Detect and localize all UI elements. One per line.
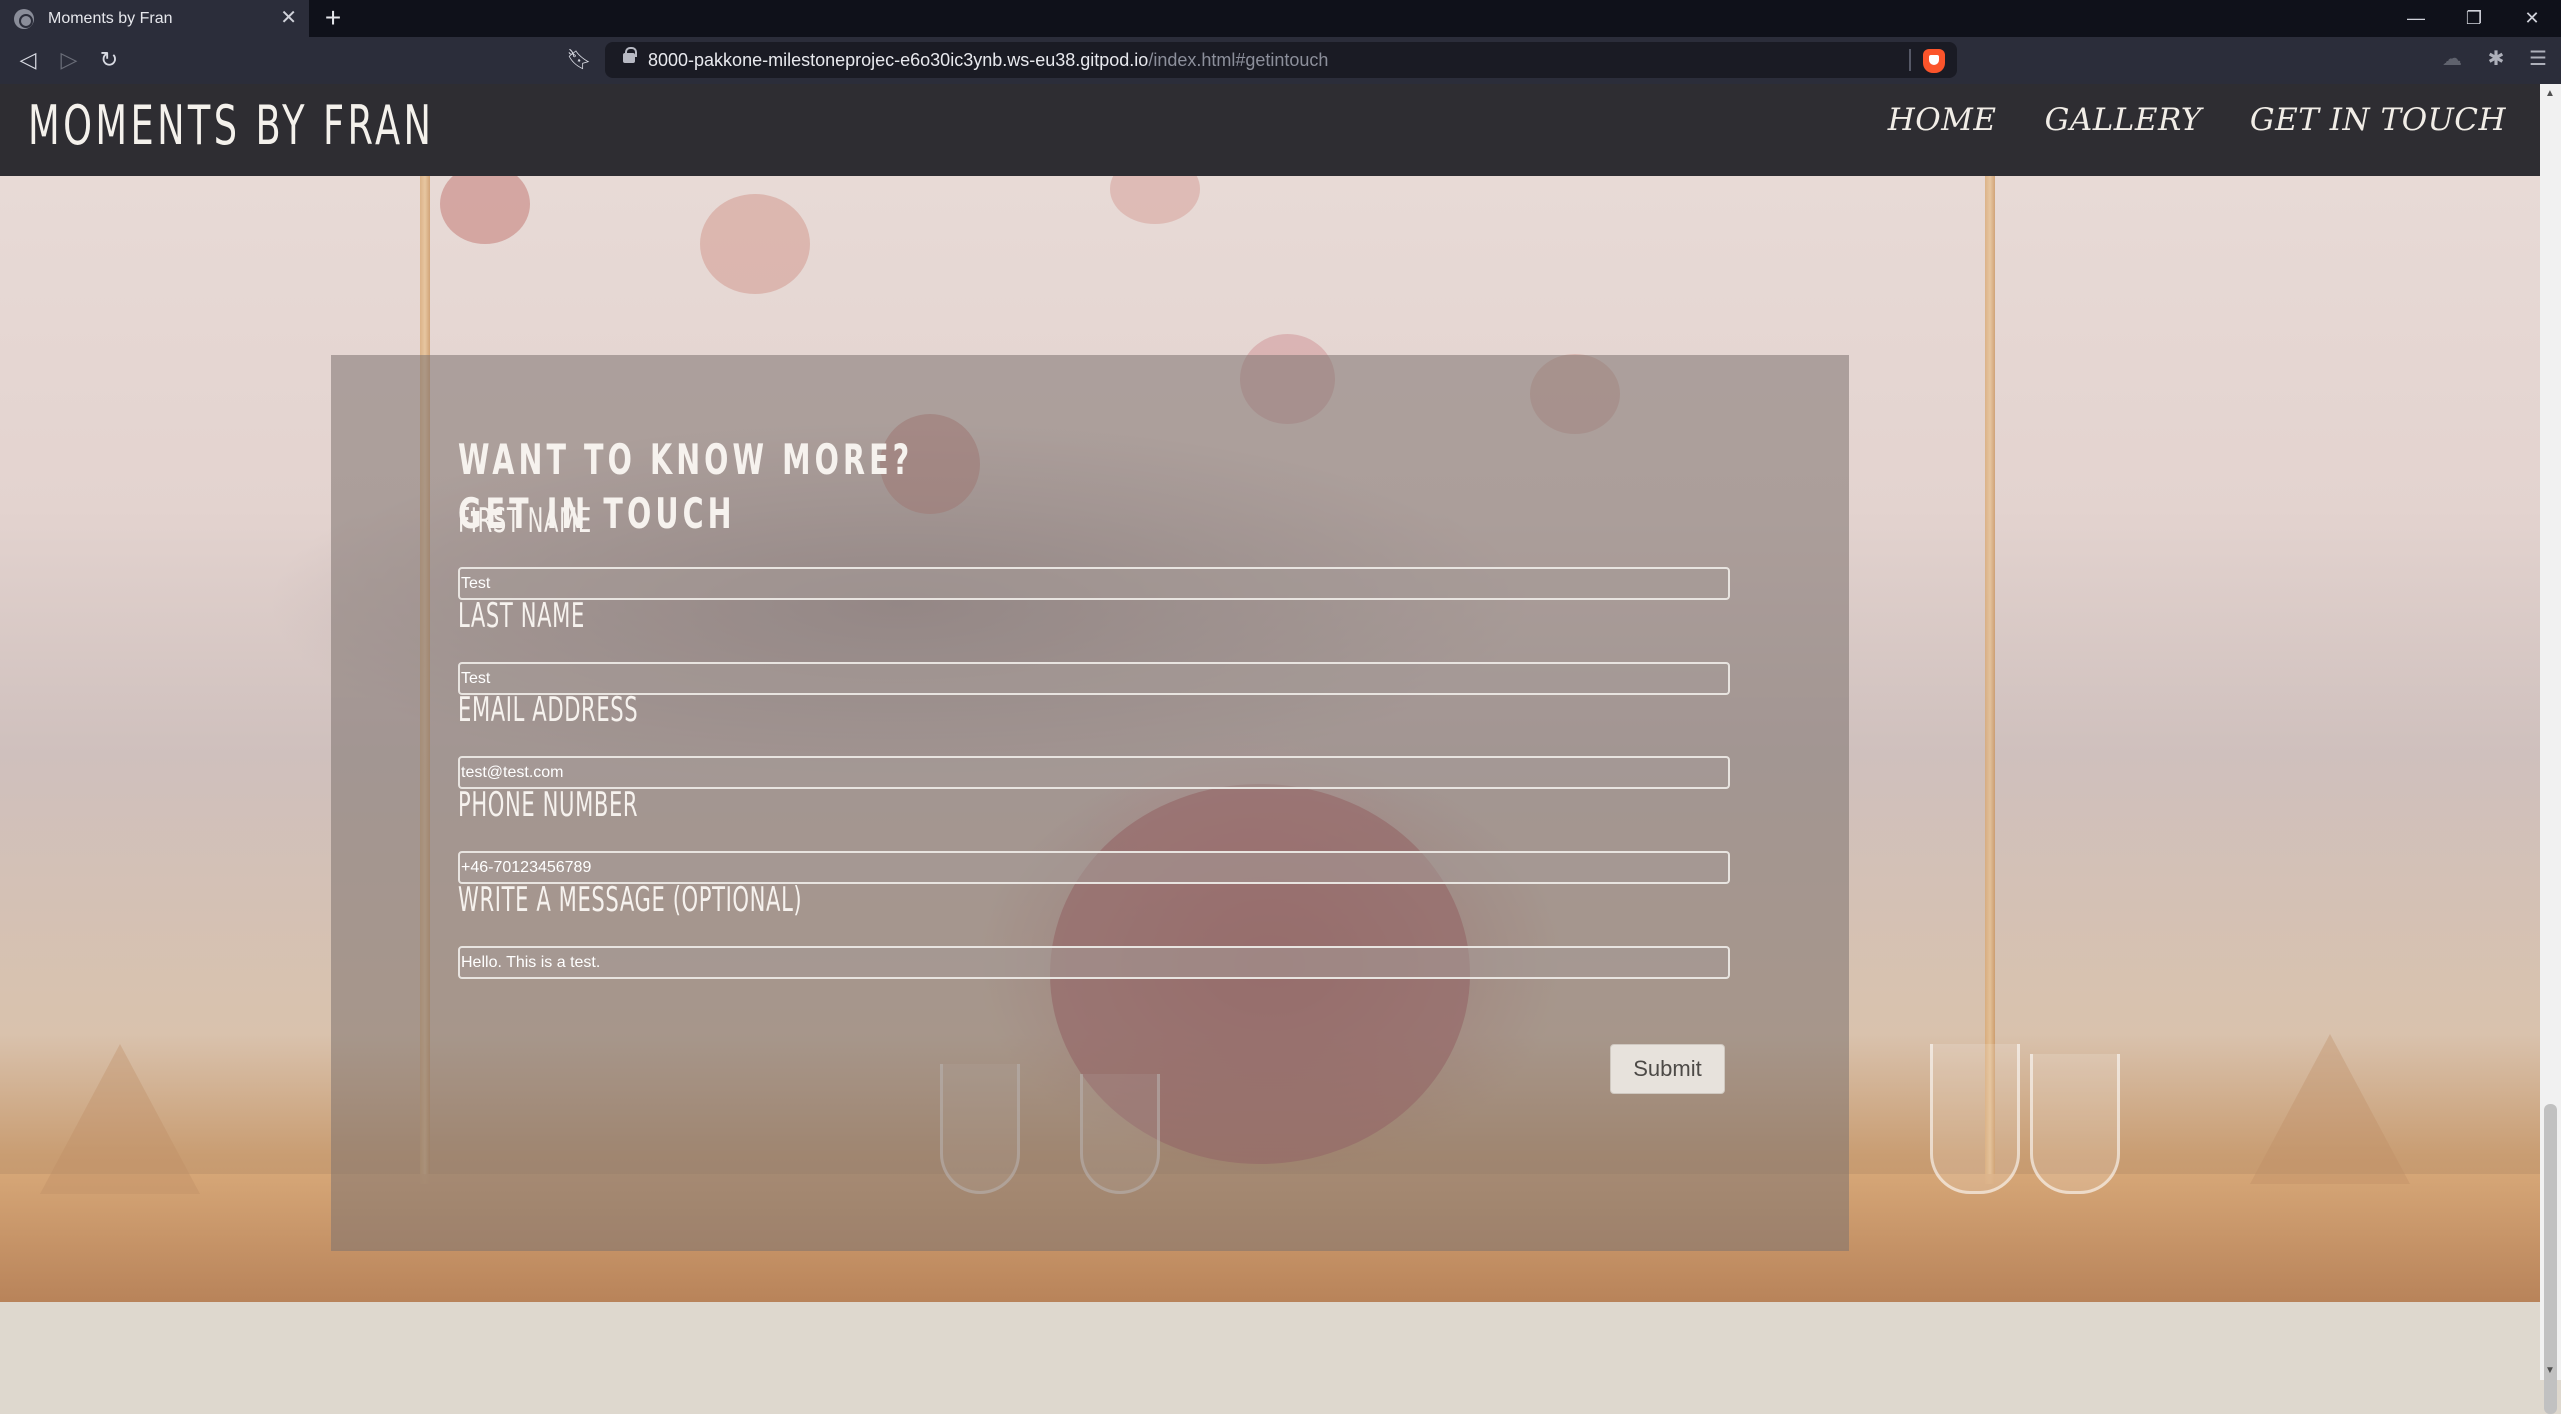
- browser-tab-strip: Moments by Fran ✕ + — ❐ ✕: [0, 0, 2561, 37]
- message-label: WRITE A MESSAGE (OPTIONAL): [458, 880, 803, 920]
- close-window-icon[interactable]: ✕: [2503, 0, 2561, 37]
- tab-title: Moments by Fran: [48, 9, 173, 27]
- message-field[interactable]: Hello. This is a test.: [458, 946, 1730, 979]
- minimize-icon[interactable]: —: [2387, 0, 2445, 37]
- back-icon[interactable]: ◁: [14, 46, 42, 74]
- cloud-icon[interactable]: ☁: [2438, 46, 2466, 71]
- form-heading-line1: WANT TO KNOW MORE?: [458, 435, 914, 484]
- nav-gallery-link[interactable]: GALLERY: [2045, 102, 2202, 138]
- new-tab-icon[interactable]: +: [318, 3, 348, 33]
- bookmark-icon[interactable]: 🔖︎: [565, 46, 593, 74]
- first-name-label: FIRST NAME: [458, 501, 592, 541]
- hanging-flower: [440, 164, 530, 244]
- last-name-field[interactable]: Test: [458, 662, 1730, 695]
- wine-glass: [2030, 1054, 2120, 1194]
- nav-get-in-touch-link[interactable]: GET IN TOUCH: [2250, 102, 2506, 138]
- forward-icon[interactable]: ▷: [55, 46, 83, 74]
- lock-icon: [623, 47, 637, 63]
- url-text: 8000-pakkone-milestoneprojec-e6o30ic3ynb…: [648, 50, 1329, 70]
- submit-button[interactable]: Submit: [1610, 1044, 1725, 1094]
- phone-label: PHONE NUMBER: [458, 785, 639, 825]
- close-tab-icon[interactable]: ✕: [280, 8, 297, 28]
- restore-icon[interactable]: ❐: [2445, 0, 2503, 37]
- page-scrollbar[interactable]: ▲ ▼: [2540, 84, 2561, 1414]
- wine-glass: [1930, 1044, 2020, 1194]
- site-logo[interactable]: MOMENTS BY FRAN: [28, 94, 434, 157]
- first-name-field[interactable]: Test: [458, 567, 1730, 600]
- terrarium: [2250, 1034, 2410, 1184]
- decor-pole: [1985, 84, 1995, 1184]
- email-label: EMAIL ADDRESS: [458, 690, 639, 730]
- address-separator: [1909, 49, 1911, 71]
- site-header: MOMENTS BY FRAN HOME GALLERY GET IN TOUC…: [0, 84, 2540, 176]
- email-field[interactable]: test@test.com: [458, 756, 1730, 789]
- hanging-flower: [700, 194, 810, 294]
- address-bar[interactable]: 8000-pakkone-milestoneprojec-e6o30ic3ynb…: [605, 42, 1957, 78]
- scroll-up-icon[interactable]: ▲: [2545, 88, 2555, 99]
- window-controls: — ❐ ✕: [2387, 0, 2561, 37]
- contact-form-panel: WANT TO KNOW MORE? GET IN TOUCH FIRST NA…: [331, 355, 1849, 1251]
- last-name-label: LAST NAME: [458, 596, 585, 636]
- browser-tab[interactable]: Moments by Fran ✕: [0, 0, 309, 37]
- menu-icon[interactable]: ☰: [2524, 46, 2552, 71]
- brave-shields-icon[interactable]: [1923, 49, 1945, 73]
- nav-home-link[interactable]: HOME: [1888, 102, 1997, 138]
- terrarium: [40, 1044, 200, 1194]
- main-navigation: HOME GALLERY GET IN TOUCH: [1888, 102, 2506, 138]
- reload-icon[interactable]: ↻: [95, 46, 123, 74]
- browser-toolbar: ◁ ▷ ↻ 🔖︎ 8000-pakkone-milestoneprojec-e6…: [0, 37, 2561, 84]
- scroll-down-icon[interactable]: ▼: [2545, 1365, 2555, 1376]
- page-viewport: MOMENTS BY FRAN HOME GALLERY GET IN TOUC…: [0, 84, 2540, 1380]
- globe-icon: [14, 8, 34, 29]
- extensions-icon[interactable]: ✱: [2482, 46, 2510, 71]
